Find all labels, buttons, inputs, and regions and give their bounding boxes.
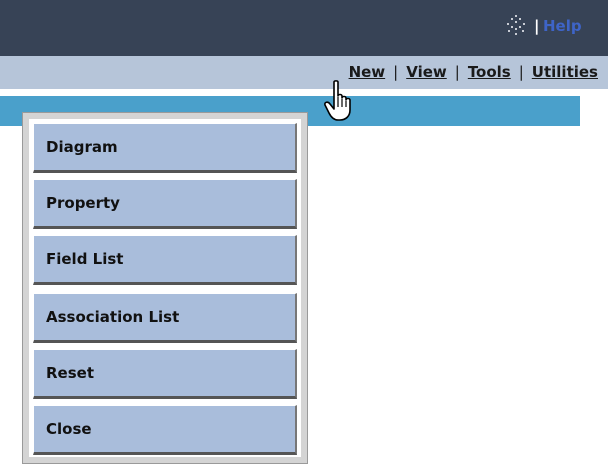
menu-separator: | — [393, 63, 399, 81]
dropdown-item-diagram[interactable]: Diagram — [33, 123, 297, 173]
dropdown-item-close[interactable]: Close — [33, 405, 297, 455]
menu-utilities[interactable]: Utilities — [532, 63, 598, 81]
header-separator: | — [534, 17, 540, 35]
dropdown-item-association-list[interactable]: Association List — [33, 293, 297, 343]
menu-links: New | View | Tools | Utilities — [349, 62, 598, 82]
menu-separator: | — [454, 63, 460, 81]
top-header-bar: | Help — [0, 0, 608, 56]
menu-tools[interactable]: Tools — [468, 63, 511, 81]
menu-new[interactable]: New — [349, 63, 386, 81]
dropdown-item-field-list[interactable]: Field List — [33, 235, 297, 285]
view-dropdown-menu: Diagram Property Field List Association … — [22, 112, 308, 464]
menu-separator: | — [518, 63, 524, 81]
help-link[interactable]: Help — [543, 15, 582, 37]
dropdown-item-property[interactable]: Property — [33, 179, 297, 229]
sparkle-icon — [507, 15, 525, 35]
hand-pointer-icon — [324, 80, 351, 121]
menu-view[interactable]: View — [406, 63, 447, 81]
dropdown-panel: Diagram Property Field List Association … — [29, 119, 301, 457]
dropdown-item-reset[interactable]: Reset — [33, 349, 297, 399]
menu-bar: New | View | Tools | Utilities — [0, 56, 608, 89]
